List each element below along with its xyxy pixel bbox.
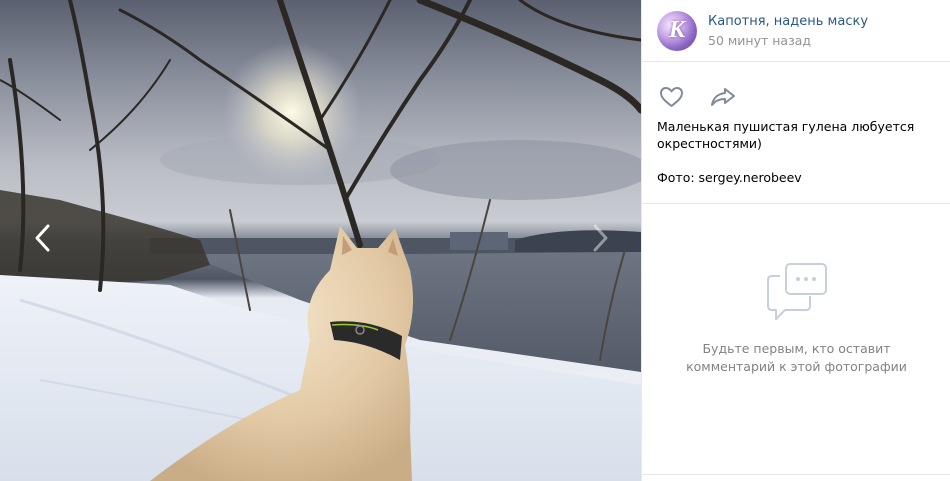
chevron-right-icon	[593, 224, 608, 252]
photo-viewer[interactable]	[0, 0, 641, 481]
avatar-letter: К	[668, 17, 686, 43]
divider	[642, 203, 950, 204]
author-info: Капотня, надень маску 50 минут назад	[708, 12, 868, 50]
empty-comments-line2: комментарий к этой фотографии	[686, 359, 907, 374]
like-button[interactable]	[657, 83, 685, 111]
description-text: Маленькая пушистая гулена любуется окрес…	[657, 119, 915, 151]
photo-image	[0, 0, 641, 481]
comment-box-divider	[642, 474, 950, 475]
heart-icon	[659, 87, 683, 107]
chat-bubble-icon	[766, 262, 828, 322]
post-time: 50 минут назад	[708, 32, 812, 48]
author-header: К Капотня, надень маску 50 минут назад	[642, 0, 950, 62]
empty-comments-line1: Будьте первым, кто оставит	[702, 341, 891, 356]
photo-sidebar: К Капотня, надень маску 50 минут назад М…	[641, 0, 950, 481]
chevron-left-icon	[35, 224, 50, 252]
share-button[interactable]	[709, 83, 737, 111]
photo-credit: Фото: sergey.nerobeev	[657, 170, 802, 185]
next-photo-button[interactable]	[583, 218, 619, 258]
share-arrow-icon	[711, 88, 735, 106]
action-bar	[642, 76, 950, 118]
previous-photo-button[interactable]	[24, 218, 60, 258]
post-description: Маленькая пушистая гулена любуется окрес…	[642, 118, 950, 186]
empty-comments: Будьте первым, кто оставит комментарий к…	[642, 262, 950, 376]
author-name-link[interactable]: Капотня, надень маску	[708, 12, 868, 31]
avatar[interactable]: К	[657, 10, 697, 51]
